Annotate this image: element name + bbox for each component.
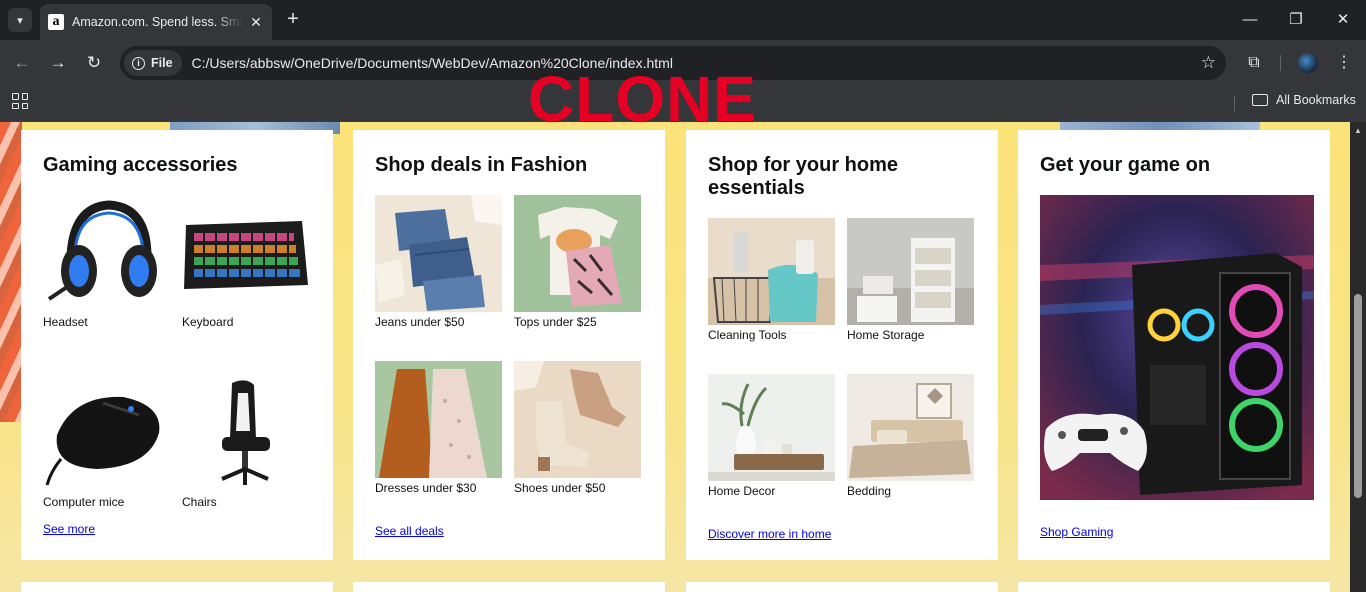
- tab-strip: ▾ a Amazon.com. Spend less. Smile more. …: [0, 0, 1366, 40]
- amazon-favicon-icon: a: [48, 14, 64, 30]
- grid-item-label: Shoes under $50: [514, 481, 606, 495]
- home-decor-image[interactable]: [708, 374, 835, 481]
- see-all-deals-link[interactable]: See all deals: [375, 524, 444, 538]
- grid-item-label: Cleaning Tools: [708, 328, 787, 342]
- grid-item-label: Headset: [43, 315, 88, 329]
- scroll-up-icon[interactable]: ▲: [1354, 126, 1362, 135]
- card-gaming: Get your game on Shop Gaming: [1018, 130, 1330, 560]
- next-row-card: [21, 582, 333, 592]
- home-storage-image[interactable]: [847, 218, 974, 325]
- card-title: Get your game on: [1040, 154, 1211, 176]
- grid-item-label: Home Storage: [847, 328, 925, 342]
- grid-item-label: Home Decor: [708, 484, 776, 498]
- card-fashion-deals: Shop deals in Fashion Jeans under $50 To…: [353, 130, 665, 560]
- minimize-icon[interactable]: —: [1238, 8, 1262, 32]
- info-icon: i: [132, 56, 145, 70]
- bookmarks-divider: [1234, 95, 1235, 111]
- grid-item-label: Jeans under $50: [375, 315, 465, 329]
- shop-gaming-link[interactable]: Shop Gaming: [1040, 525, 1113, 539]
- shoes-image[interactable]: [514, 361, 641, 478]
- grid-item-label: Computer mice: [43, 495, 125, 509]
- extensions-icon[interactable]: ⧉: [1242, 51, 1266, 75]
- grid-item-tops[interactable]: Tops under $25: [514, 195, 641, 331]
- file-chip-label: File: [151, 56, 173, 70]
- reload-icon[interactable]: ↻: [82, 51, 106, 75]
- next-row-card: [1018, 582, 1330, 592]
- card-grid: Cleaning Tools Home Storage Home Decor B…: [708, 218, 974, 500]
- discover-more-home-link[interactable]: Discover more in home: [708, 527, 831, 541]
- bedding-image[interactable]: [847, 374, 974, 481]
- tops-image[interactable]: [514, 195, 641, 312]
- grid-item-jeans[interactable]: Jeans under $50: [375, 195, 502, 331]
- page-scrollbar[interactable]: ▲: [1350, 122, 1366, 592]
- toolbar-divider: [1280, 55, 1281, 71]
- back-icon[interactable]: ←: [10, 51, 34, 75]
- site-info-chip[interactable]: i File: [124, 50, 182, 76]
- grid-item-label: Dresses under $30: [375, 481, 477, 495]
- mouse-image[interactable]: [43, 375, 170, 492]
- menu-icon[interactable]: ⋮: [1332, 51, 1356, 75]
- grid-item-home-storage[interactable]: Home Storage: [847, 218, 974, 344]
- grid-item-bedding[interactable]: Bedding: [847, 374, 974, 500]
- grid-item-computer-mice[interactable]: Computer mice: [43, 375, 170, 511]
- tab-title: Amazon.com. Spend less. Smile more.: [72, 15, 242, 29]
- grid-item-label: Chairs: [182, 495, 217, 509]
- window-close-icon[interactable]: ✕: [1331, 8, 1355, 32]
- card-home-essentials: Shop for your home essentials Cleaning T…: [686, 130, 998, 560]
- card-title: Gaming accessories: [43, 154, 238, 176]
- tab-close-icon[interactable]: ✕: [248, 14, 264, 31]
- grid-item-label: Bedding: [847, 484, 892, 498]
- tab-search-icon[interactable]: ▾: [8, 8, 32, 32]
- chair-image[interactable]: [182, 375, 309, 492]
- jeans-image[interactable]: [375, 195, 502, 312]
- grid-item-keyboard[interactable]: Keyboard: [182, 195, 309, 331]
- next-row-card: [353, 582, 665, 592]
- grid-item-label: Keyboard: [182, 315, 234, 329]
- grid-item-headset[interactable]: Headset: [43, 195, 170, 331]
- all-bookmarks-button[interactable]: All Bookmarks: [1276, 93, 1356, 107]
- dresses-image[interactable]: [375, 361, 502, 478]
- cleaning-tools-image[interactable]: [708, 218, 835, 325]
- grid-item-chairs[interactable]: Chairs: [182, 375, 309, 511]
- gaming-pc-image[interactable]: [1040, 195, 1314, 500]
- apps-icon[interactable]: [12, 93, 28, 109]
- card-title: Shop for your home essentials: [708, 154, 898, 199]
- see-more-link[interactable]: See more: [43, 522, 95, 536]
- grid-item-label: Tops under $25: [514, 315, 597, 329]
- browser-tab[interactable]: a Amazon.com. Spend less. Smile more. ✕: [40, 4, 272, 40]
- forward-icon[interactable]: →: [46, 51, 70, 75]
- card-title: Shop deals in Fashion: [375, 154, 588, 176]
- headset-image[interactable]: [43, 195, 170, 312]
- new-tab-icon[interactable]: +: [282, 8, 304, 30]
- bookmark-star-icon[interactable]: ☆: [1201, 53, 1216, 73]
- hero-banner-strip: [0, 122, 22, 422]
- profile-avatar[interactable]: [1298, 53, 1318, 73]
- keyboard-image[interactable]: [182, 195, 309, 312]
- scrollbar-thumb[interactable]: [1354, 294, 1362, 498]
- card-grid: Jeans under $50 Tops under $25 Dresses u…: [375, 195, 641, 497]
- next-row-card: [686, 582, 998, 592]
- grid-item-cleaning-tools[interactable]: Cleaning Tools: [708, 218, 835, 344]
- grid-item-home-decor[interactable]: Home Decor: [708, 374, 835, 500]
- folder-icon: [1252, 94, 1268, 106]
- restore-icon[interactable]: ❐: [1284, 8, 1308, 32]
- grid-item-dresses[interactable]: Dresses under $30: [375, 361, 502, 497]
- card-grid: Headset Keyboard Computer mice Chairs: [43, 195, 309, 511]
- grid-item-shoes[interactable]: Shoes under $50: [514, 361, 641, 497]
- page-viewport: Gaming accessories Headset Keyboard Comp…: [0, 122, 1350, 592]
- card-gaming-accessories: Gaming accessories Headset Keyboard Comp…: [21, 130, 333, 560]
- clone-overlay-text: CLONE: [528, 63, 757, 135]
